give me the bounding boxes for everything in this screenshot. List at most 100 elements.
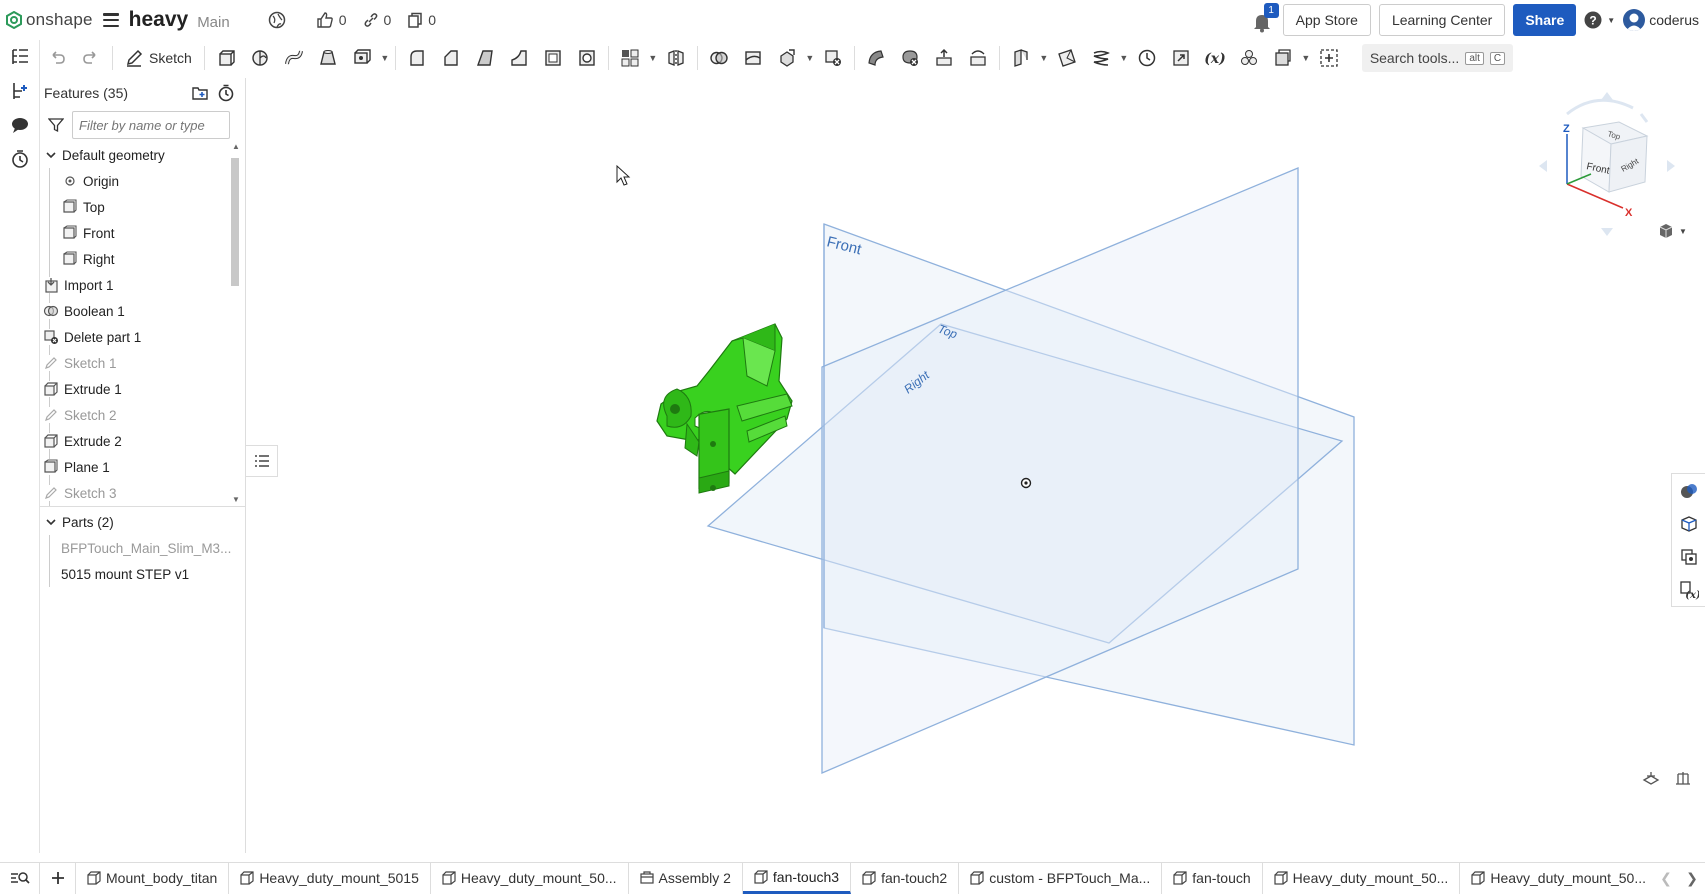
variables-panel-icon[interactable]: (x) — [1672, 573, 1705, 606]
help-button[interactable]: ? ▼ — [1584, 11, 1615, 29]
tab-scroll-right-icon[interactable]: ❯ — [1686, 870, 1698, 887]
draft-tool-icon[interactable] — [468, 41, 502, 75]
share-button[interactable]: Share — [1513, 4, 1577, 36]
feature-item[interactable]: Right — [49, 246, 245, 272]
chevron-down-icon[interactable]: ▼ — [379, 41, 391, 75]
feature-item[interactable]: Top — [49, 194, 245, 220]
history-icon[interactable] — [0, 142, 40, 176]
onshape-logo[interactable]: onshape — [6, 10, 93, 30]
move-face-tool-icon[interactable] — [927, 41, 961, 75]
sweep-tool-icon[interactable] — [277, 41, 311, 75]
chevron-down-icon[interactable]: ▼ — [1038, 41, 1050, 75]
chevron-down-icon[interactable] — [44, 148, 58, 162]
appearance-panel-icon[interactable] — [1672, 474, 1705, 507]
thicken-tool-icon[interactable] — [345, 41, 379, 75]
add-folder-icon[interactable] — [191, 84, 209, 102]
extrude-tool-icon[interactable] — [209, 41, 243, 75]
document-tab[interactable]: Heavy_duty_mount_50... — [431, 862, 629, 894]
document-tab[interactable]: fan-touch2 — [851, 862, 960, 894]
feature-item[interactable]: Plane 1 — [43, 454, 245, 480]
variable-tool-icon[interactable]: (x) — [1198, 41, 1232, 75]
links-button[interactable]: 0 — [363, 12, 391, 28]
app-store-button[interactable]: App Store — [1282, 4, 1371, 36]
public-globe-icon[interactable] — [268, 11, 286, 29]
chevron-down-icon[interactable]: ▼ — [1300, 41, 1312, 75]
document-tab[interactable]: custom - BFPTouch_Ma... — [959, 862, 1163, 894]
chevron-down-icon[interactable]: ▼ — [647, 41, 659, 75]
chevron-down-icon[interactable]: ▼ — [804, 41, 816, 75]
scrollbar-thumb[interactable] — [231, 158, 239, 286]
transform-tool-icon[interactable] — [770, 41, 804, 75]
delete-face-tool-icon[interactable] — [893, 41, 927, 75]
feature-studio-tool-icon[interactable] — [1266, 41, 1300, 75]
feature-item[interactable]: Import 1 — [43, 272, 245, 298]
search-tools-input[interactable]: Search tools... alt C — [1361, 44, 1514, 72]
replace-face-tool-icon[interactable] — [961, 41, 995, 75]
notifications-button[interactable]: 1 — [1251, 3, 1279, 33]
feature-list-icon[interactable] — [0, 40, 40, 74]
branch-name[interactable]: Main — [197, 14, 230, 31]
default-geometry-group[interactable]: Default geometry — [40, 142, 245, 168]
filter-icon[interactable] — [48, 117, 64, 133]
helix-tool-icon[interactable] — [1084, 41, 1118, 75]
document-name[interactable]: heavy — [129, 8, 189, 32]
view-cube[interactable]: Top Front Right Z X — [1537, 86, 1677, 246]
delete-part-tool-icon[interactable] — [816, 41, 850, 75]
user-menu[interactable]: coderus — [1623, 9, 1699, 31]
chevron-down-icon[interactable] — [44, 515, 58, 529]
fillet-tool-icon[interactable] — [400, 41, 434, 75]
like-button[interactable]: 0 — [316, 11, 347, 29]
hole-tool-icon[interactable] — [570, 41, 604, 75]
part-item[interactable]: 5015 mount STEP v1 — [50, 561, 245, 587]
pattern-tool-icon[interactable] — [613, 41, 647, 75]
comments-icon[interactable] — [0, 108, 40, 142]
green-part[interactable] — [656, 323, 793, 494]
sketch-button[interactable]: Sketch — [117, 43, 200, 73]
chamfer-tool-icon[interactable] — [434, 41, 468, 75]
rib-tool-icon[interactable] — [502, 41, 536, 75]
feature-item[interactable]: Extrude 2 — [43, 428, 245, 454]
modify-fillet-tool-icon[interactable] — [859, 41, 893, 75]
redo-icon[interactable] — [74, 41, 108, 75]
measure-units-icon[interactable] — [1674, 770, 1692, 789]
add-feature-icon[interactable] — [0, 74, 40, 108]
split-tool-icon[interactable] — [736, 41, 770, 75]
tab-search-button[interactable] — [0, 862, 40, 894]
graphics-viewport[interactable]: Front Top Right Top Front Right Z X ▼ (x — [247, 76, 1705, 853]
parts-panel-icon[interactable] — [1672, 507, 1705, 540]
measure-tool-icon[interactable] — [1130, 41, 1164, 75]
add-tab-button[interactable] — [40, 862, 76, 894]
feature-item[interactable]: Delete part 1 — [43, 324, 245, 350]
tab-scroll-left-icon[interactable]: ❮ — [1660, 870, 1672, 887]
undo-icon[interactable] — [40, 41, 74, 75]
document-tab[interactable]: fan-touch — [1162, 862, 1263, 894]
document-tab[interactable]: fan-touch3 — [742, 862, 852, 894]
custom-features-icon[interactable] — [1232, 41, 1266, 75]
feature-item[interactable]: Front — [49, 220, 245, 246]
derived-tool-icon[interactable] — [1164, 41, 1198, 75]
document-tab[interactable]: Mount_body_titan — [76, 862, 230, 894]
origin-marker[interactable] — [1020, 477, 1032, 489]
add-custom-feature-icon[interactable] — [1312, 41, 1346, 75]
shell-tool-icon[interactable] — [536, 41, 570, 75]
feature-item[interactable]: Origin — [49, 168, 245, 194]
mirror-tool-icon[interactable] — [659, 41, 693, 75]
scroll-up-icon[interactable]: ▲ — [232, 142, 240, 151]
boolean-tool-icon[interactable] — [702, 41, 736, 75]
parts-group[interactable]: Parts (2) — [40, 509, 245, 535]
feature-item[interactable]: Extrude 1 — [43, 376, 245, 402]
document-tab[interactable]: Heavy_duty_mount_50... — [1263, 862, 1461, 894]
document-tab[interactable]: Heavy_duty_mount_5015 — [229, 862, 431, 894]
view-options-button[interactable]: ▼ — [1657, 222, 1687, 240]
document-tab[interactable]: Heavy_duty_mount_50... — [1460, 863, 1645, 894]
feature-item[interactable]: Sketch 1 — [43, 350, 245, 376]
feature-item[interactable]: Boolean 1 — [43, 298, 245, 324]
chevron-down-icon[interactable]: ▼ — [1118, 41, 1130, 75]
configurations-panel-icon[interactable] — [1672, 540, 1705, 573]
feature-item[interactable]: Sketch 3 — [43, 480, 245, 506]
part-item[interactable]: BFPTouch_Main_Slim_M3... — [50, 535, 245, 561]
feature-item[interactable]: Sketch 2 — [43, 402, 245, 428]
plane-tool-icon[interactable] — [1050, 41, 1084, 75]
revolve-tool-icon[interactable] — [243, 41, 277, 75]
document-tab[interactable]: Assembly 2 — [629, 862, 743, 894]
